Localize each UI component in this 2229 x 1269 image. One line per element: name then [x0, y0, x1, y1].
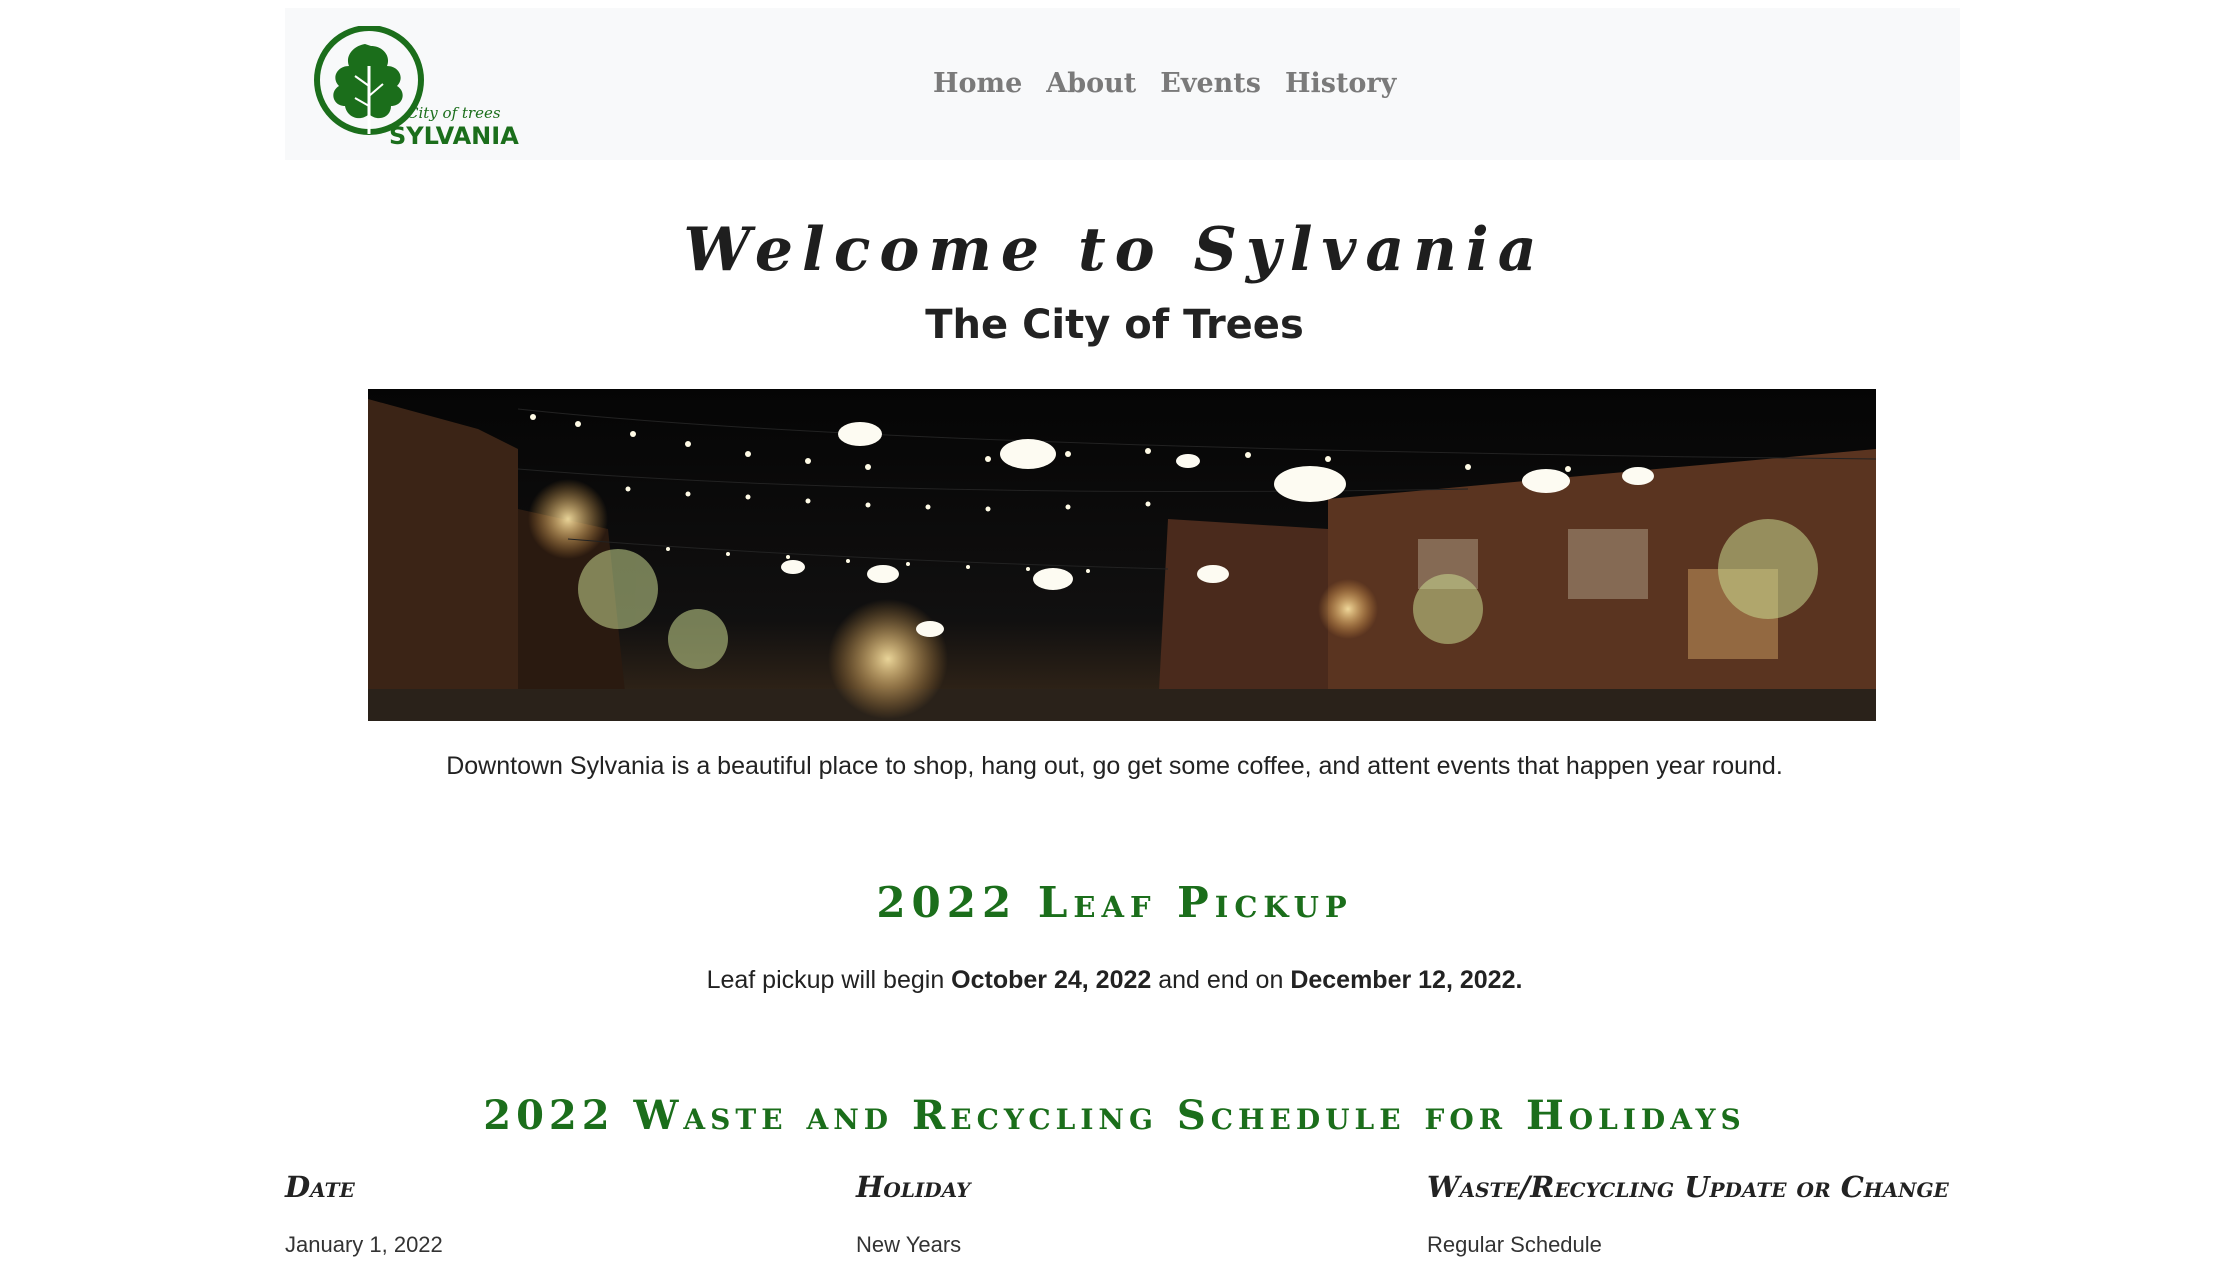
- table-cell-date: January 1, 2022: [285, 1232, 443, 1257]
- navbar: City of trees SYLVANIA Home About Events…: [285, 8, 1960, 160]
- page-subtitle: The City of Trees: [925, 302, 1304, 348]
- nav-link-home[interactable]: Home: [933, 68, 1022, 99]
- page-title: Welcome to Sylvania: [683, 215, 1546, 285]
- nav-link-history[interactable]: History: [1285, 68, 1396, 99]
- leaf-pickup-text: Leaf pickup will begin October 24, 2022 …: [0, 966, 2229, 995]
- waste-schedule-heading: 2022 Waste and Recycling Schedule for Ho…: [483, 1092, 1746, 1139]
- intro-text: Downtown Sylvania is a beautiful place t…: [446, 752, 1783, 780]
- table-cell-holiday: New Years: [856, 1232, 962, 1257]
- leaf-pickup-heading: 2022 Leaf Pickup: [876, 878, 1353, 927]
- column-header-holiday: Holiday: [856, 1170, 971, 1204]
- column-header-date: Date: [285, 1170, 355, 1204]
- nav-link-about[interactable]: About: [1046, 68, 1136, 99]
- leaf-pickup-text-before: Leaf pickup will begin: [706, 966, 952, 994]
- svg-text:SYLVANIA: SYLVANIA: [389, 122, 519, 148]
- svg-text:City of trees: City of trees: [407, 104, 501, 122]
- column-header-update: Waste/Recycling Update or Change: [1427, 1170, 1949, 1204]
- leaf-pickup-text-middle: and end on: [1151, 966, 1291, 994]
- main-nav: Home About Events History: [933, 68, 1396, 99]
- leaf-pickup-start-date: October 24, 2022: [951, 966, 1152, 994]
- nav-link-events[interactable]: Events: [1160, 68, 1261, 99]
- downtown-street-photo: [368, 389, 1876, 721]
- table-cell-update: Regular Schedule: [1427, 1232, 1602, 1257]
- leaf-pickup-end-date: December 12, 2022.: [1290, 966, 1523, 994]
- sylvania-logo[interactable]: City of trees SYLVANIA: [307, 26, 537, 148]
